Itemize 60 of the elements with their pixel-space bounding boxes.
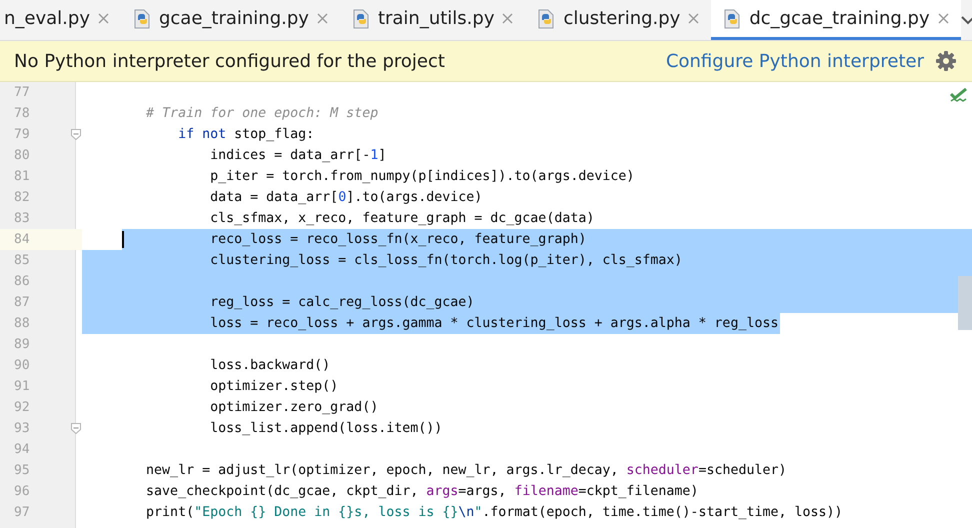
python-file-icon bbox=[132, 8, 151, 28]
file-tab[interactable]: gcae_training.py bbox=[120, 0, 340, 40]
line-number: 77 bbox=[14, 85, 30, 100]
file-tab[interactable]: dc_gcae_training.py bbox=[711, 0, 961, 40]
line-number: 94 bbox=[14, 442, 30, 457]
code-line: loss.backward() bbox=[209, 357, 330, 375]
code-line: loss = reco_loss + args.gamma * clustering_loss + args.alpha * reg_loss bbox=[209, 315, 778, 333]
line-number: 80 bbox=[14, 148, 30, 163]
line-number: 95 bbox=[14, 463, 30, 478]
check-icon bbox=[950, 88, 968, 104]
code-line: # Train for one epoch: M step bbox=[145, 105, 378, 123]
code-line: indices = data_arr[-1] bbox=[209, 147, 386, 165]
configure-interpreter-link[interactable]: Configure Python interpreter bbox=[666, 50, 924, 72]
fold-marker-icon[interactable] bbox=[71, 423, 81, 434]
chevron-down-icon[interactable] bbox=[960, 16, 972, 24]
line-number: 96 bbox=[14, 484, 30, 499]
code-line: reg_loss = calc_reg_loss(dc_gcae) bbox=[209, 294, 474, 312]
line-number: 92 bbox=[14, 400, 30, 415]
code-line: if not stop_flag: bbox=[177, 126, 314, 144]
file-tab[interactable]: train_utils.py bbox=[340, 0, 526, 40]
line-number: 97 bbox=[14, 505, 30, 520]
code-line: p_iter = torch.from_numpy(p[indices]).to(args.device) bbox=[209, 168, 634, 186]
line-number: 84 bbox=[14, 232, 30, 247]
line-number: 82 bbox=[14, 190, 30, 205]
line-number: 81 bbox=[14, 169, 30, 184]
python-file-icon bbox=[723, 8, 742, 28]
code-line: print("Epoch {} Done in {}s, loss is {}\n".format(epoch, time.time()-start_time, loss)) bbox=[145, 504, 843, 522]
close-icon[interactable] bbox=[502, 13, 514, 24]
close-icon[interactable] bbox=[688, 13, 700, 24]
python-file-icon bbox=[352, 8, 370, 28]
code-line: reco_loss = reco_loss_fn(x_reco, feature_graph) bbox=[209, 231, 586, 249]
line-number: 85 bbox=[14, 253, 30, 268]
line-number: 93 bbox=[14, 421, 30, 436]
scrollbar-thumb[interactable] bbox=[958, 276, 972, 330]
line-number: 79 bbox=[14, 127, 30, 142]
line-number: 91 bbox=[14, 379, 30, 394]
code-line: new_lr = adjust_lr(optimizer, epoch, new_lr, args.lr_decay, scheduler=scheduler) bbox=[145, 462, 786, 480]
file-tab[interactable]: n_eval.py bbox=[0, 0, 121, 40]
line-number: 78 bbox=[14, 106, 30, 121]
close-icon[interactable] bbox=[316, 13, 328, 24]
fold-marker-icon[interactable] bbox=[71, 129, 81, 140]
close-icon[interactable] bbox=[938, 13, 949, 24]
code-line: loss_list.append(loss.item()) bbox=[209, 420, 442, 438]
line-number: 88 bbox=[14, 316, 30, 331]
settings-icon[interactable] bbox=[936, 51, 956, 71]
file-tab[interactable]: clustering.py bbox=[525, 0, 712, 40]
code-line: optimizer.step() bbox=[209, 378, 338, 396]
line-number: 87 bbox=[14, 295, 30, 310]
code-line: cls_sfmax, x_reco, feature_graph = dc_gcae(data) bbox=[209, 210, 594, 228]
code-line: optimizer.zero_grad() bbox=[209, 399, 378, 417]
code-line: clustering_loss = cls_loss_fn(torch.log(p_iter), cls_sfmax) bbox=[209, 252, 682, 270]
python-file-icon bbox=[537, 8, 556, 28]
close-icon[interactable] bbox=[98, 13, 109, 24]
line-number: 89 bbox=[14, 337, 30, 352]
code-line: data = data_arr[0].to(args.device) bbox=[209, 189, 482, 207]
code-line: save_checkpoint(dc_gcae, ckpt_dir, args=args, filename=ckpt_filename) bbox=[145, 483, 698, 501]
line-number: 83 bbox=[14, 211, 30, 226]
line-number: 90 bbox=[14, 358, 30, 373]
warning-message: No Python interpreter configured for the project bbox=[14, 50, 446, 72]
line-number: 86 bbox=[14, 274, 30, 289]
